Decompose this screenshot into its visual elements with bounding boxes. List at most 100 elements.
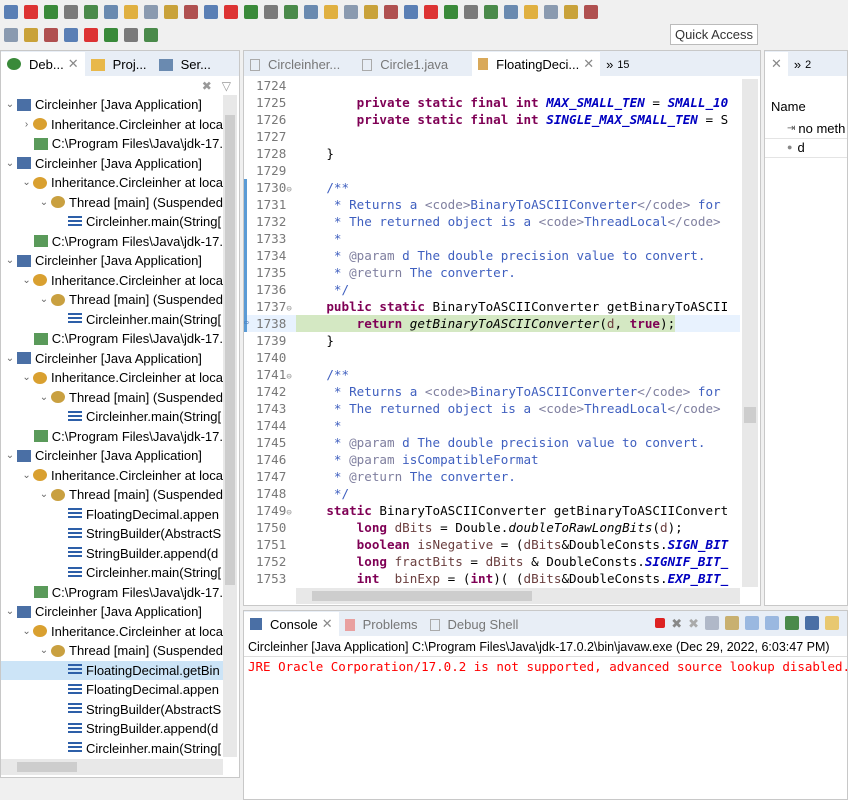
debug-tree-item[interactable]: ⌄Circleinher [Java Application] bbox=[1, 602, 223, 622]
editor-horizontal-scrollbar[interactable] bbox=[296, 588, 740, 604]
toolbar-button-icon[interactable] bbox=[144, 28, 158, 42]
toolbar-button-icon[interactable] bbox=[244, 5, 258, 19]
view-menu-icon[interactable]: ▽ bbox=[222, 79, 231, 93]
code-line[interactable]: 1725 private static final int MAX_SMALL_… bbox=[244, 94, 740, 111]
toolbar-button-icon[interactable] bbox=[124, 28, 138, 42]
variable-row[interactable]: ●d bbox=[765, 139, 847, 159]
tab-problems[interactable]: Problems bbox=[339, 613, 424, 636]
remove-all-terminated-icon[interactable]: ✖ bbox=[202, 79, 212, 93]
expand-toggle-icon[interactable]: ⌄ bbox=[20, 173, 33, 193]
expand-toggle-icon[interactable]: › bbox=[20, 115, 33, 135]
debug-tree-item[interactable]: ⌄Inheritance.Circleinher at loca bbox=[1, 271, 223, 291]
tab-debug[interactable]: Deb...✕ bbox=[1, 52, 85, 76]
expand-toggle-icon[interactable]: ⌄ bbox=[20, 622, 33, 642]
debug-tree-item[interactable]: FloatingDecimal.appen bbox=[1, 680, 223, 700]
toolbar-button-icon[interactable] bbox=[24, 28, 38, 42]
code-line[interactable]: 1746 * @param isCompatibleFormat bbox=[244, 451, 740, 468]
tab-circle1[interactable]: Circle1.java bbox=[356, 53, 454, 76]
code-line[interactable]: 1741⊖ /** bbox=[244, 366, 740, 383]
remove-all-icon[interactable]: ✖ bbox=[688, 616, 699, 632]
toolbar-button-icon[interactable] bbox=[44, 5, 58, 19]
debug-tree-item[interactable]: ⌄Inheritance.Circleinher at loca bbox=[1, 466, 223, 486]
toolbar-button-icon[interactable] bbox=[304, 5, 318, 19]
expand-toggle-icon[interactable]: ⌄ bbox=[37, 485, 51, 505]
console-output[interactable]: JRE Oracle Corporation/17.0.2 is not sup… bbox=[248, 659, 848, 674]
code-line[interactable]: 1731 * Returns a <code>BinaryToASCIIConv… bbox=[244, 196, 740, 213]
debug-tree-item[interactable]: ⌄Thread [main] (Suspended bbox=[1, 290, 223, 310]
tab-floatingdecimal[interactable]: FloatingDeci...✕ bbox=[472, 52, 600, 76]
toolbar-button-icon[interactable] bbox=[344, 5, 358, 19]
toolbar-button-icon[interactable] bbox=[84, 28, 98, 42]
fold-icon[interactable]: ⊖ bbox=[286, 185, 291, 195]
fold-icon[interactable]: ⊖ bbox=[286, 508, 291, 518]
open-console-icon[interactable] bbox=[825, 616, 839, 630]
code-line[interactable]: 1732 * The returned object is a <code>Th… bbox=[244, 213, 740, 230]
debug-tree-item[interactable]: Circleinher.main(String[ bbox=[1, 563, 223, 583]
toolbar-button-icon[interactable] bbox=[124, 5, 138, 19]
toolbar-button-icon[interactable] bbox=[464, 5, 478, 19]
expand-toggle-icon[interactable]: ⌄ bbox=[3, 446, 17, 466]
code-line[interactable]: 1726 private static final int SINGLE_MAX… bbox=[244, 111, 740, 128]
debug-tree-item[interactable]: ⌄Inheritance.Circleinher at loca bbox=[1, 368, 223, 388]
pin-console-icon[interactable] bbox=[785, 616, 799, 630]
expand-toggle-icon[interactable]: ⌄ bbox=[20, 466, 33, 486]
code-line[interactable]: 1733 * bbox=[244, 230, 740, 247]
toolbar-button-icon[interactable] bbox=[504, 5, 518, 19]
code-line[interactable]: 1753 int binExp = (int)( (dBits&DoubleCo… bbox=[244, 570, 740, 587]
debug-tree-item[interactable]: Circleinher.main(String[ bbox=[1, 739, 223, 758]
toolbar-button-icon[interactable] bbox=[64, 5, 78, 19]
show-on-output-icon[interactable] bbox=[745, 616, 759, 630]
expand-toggle-icon[interactable]: ⌄ bbox=[3, 251, 17, 271]
code-line[interactable]: 1749⊖ static BinaryToASCIIConverter getB… bbox=[244, 502, 740, 519]
horizontal-scrollbar[interactable] bbox=[1, 759, 223, 775]
expand-toggle-icon[interactable]: ⌄ bbox=[3, 349, 17, 369]
debug-tree-item[interactable]: ⌄Inheritance.Circleinher at loca bbox=[1, 622, 223, 642]
toolbar-button-icon[interactable] bbox=[584, 5, 598, 19]
debug-tree-item[interactable]: FloatingDecimal.appen bbox=[1, 505, 223, 525]
tab-overflow[interactable]: »15 bbox=[600, 53, 635, 76]
toolbar-button-icon[interactable] bbox=[324, 5, 338, 19]
toolbar-button-icon[interactable] bbox=[24, 5, 38, 19]
toolbar-button-icon[interactable] bbox=[264, 5, 278, 19]
toolbar-button-icon[interactable] bbox=[184, 5, 198, 19]
expand-toggle-icon[interactable]: ⌄ bbox=[20, 368, 33, 388]
code-line[interactable]: 1737⊖ public static BinaryToASCIIConvert… bbox=[244, 298, 740, 315]
show-on-error-icon[interactable] bbox=[765, 616, 779, 630]
terminate-icon[interactable] bbox=[655, 618, 665, 628]
debug-tree-item[interactable]: StringBuilder.append(d bbox=[1, 719, 223, 739]
tab-circleinher[interactable]: Circleinher... bbox=[244, 53, 346, 76]
debug-tree-item[interactable]: ⌄Thread [main] (Suspended bbox=[1, 193, 223, 213]
editor-vertical-scrollbar[interactable] bbox=[742, 79, 758, 587]
code-line[interactable]: 1742 * Returns a <code>BinaryToASCIIConv… bbox=[244, 383, 740, 400]
code-line[interactable]: 1727 bbox=[244, 128, 740, 145]
code-line[interactable]: 1729 bbox=[244, 162, 740, 179]
code-line[interactable]: 1740 bbox=[244, 349, 740, 366]
debug-tree-item[interactable]: Circleinher.main(String[ bbox=[1, 310, 223, 330]
code-line[interactable]: 1750 long dBits = Double.doubleToRawLong… bbox=[244, 519, 740, 536]
toolbar-button-icon[interactable] bbox=[224, 5, 238, 19]
toolbar-button-icon[interactable] bbox=[364, 5, 378, 19]
code-line[interactable]: 1736 */ bbox=[244, 281, 740, 298]
debug-tree-item[interactable]: StringBuilder(AbstractS bbox=[1, 524, 223, 544]
toolbar-button-icon[interactable] bbox=[84, 5, 98, 19]
toolbar-button-icon[interactable] bbox=[4, 5, 18, 19]
debug-tree-item[interactable]: FloatingDecimal.getBin bbox=[1, 661, 223, 681]
debug-tree-item[interactable]: C:\Program Files\Java\jdk-17. bbox=[1, 329, 223, 349]
debug-tree-item[interactable]: ⌄Circleinher [Java Application] bbox=[1, 95, 223, 115]
vertical-scrollbar[interactable] bbox=[223, 95, 237, 757]
expand-toggle-icon[interactable]: ⌄ bbox=[3, 95, 17, 115]
debug-tree-item[interactable]: ⌄Circleinher [Java Application] bbox=[1, 154, 223, 174]
toolbar-button-icon[interactable] bbox=[544, 5, 558, 19]
expand-toggle-icon[interactable]: ⌄ bbox=[20, 271, 33, 291]
tab-servers[interactable]: Ser... bbox=[153, 53, 217, 76]
debug-tree-item[interactable]: ⌄Thread [main] (Suspended bbox=[1, 485, 223, 505]
scroll-lock-icon[interactable] bbox=[725, 616, 739, 630]
close-icon[interactable]: ✕ bbox=[771, 56, 782, 72]
toolbar-button-icon[interactable] bbox=[424, 5, 438, 19]
code-line[interactable]: 1730⊖ /** bbox=[244, 179, 740, 196]
debug-tree-item[interactable]: ⌄Circleinher [Java Application] bbox=[1, 446, 223, 466]
fold-icon[interactable]: ⊖ bbox=[286, 372, 291, 382]
code-line[interactable]: 1744 * bbox=[244, 417, 740, 434]
debug-tree-item[interactable]: C:\Program Files\Java\jdk-17. bbox=[1, 427, 223, 447]
expand-toggle-icon[interactable]: ⌄ bbox=[37, 641, 51, 661]
